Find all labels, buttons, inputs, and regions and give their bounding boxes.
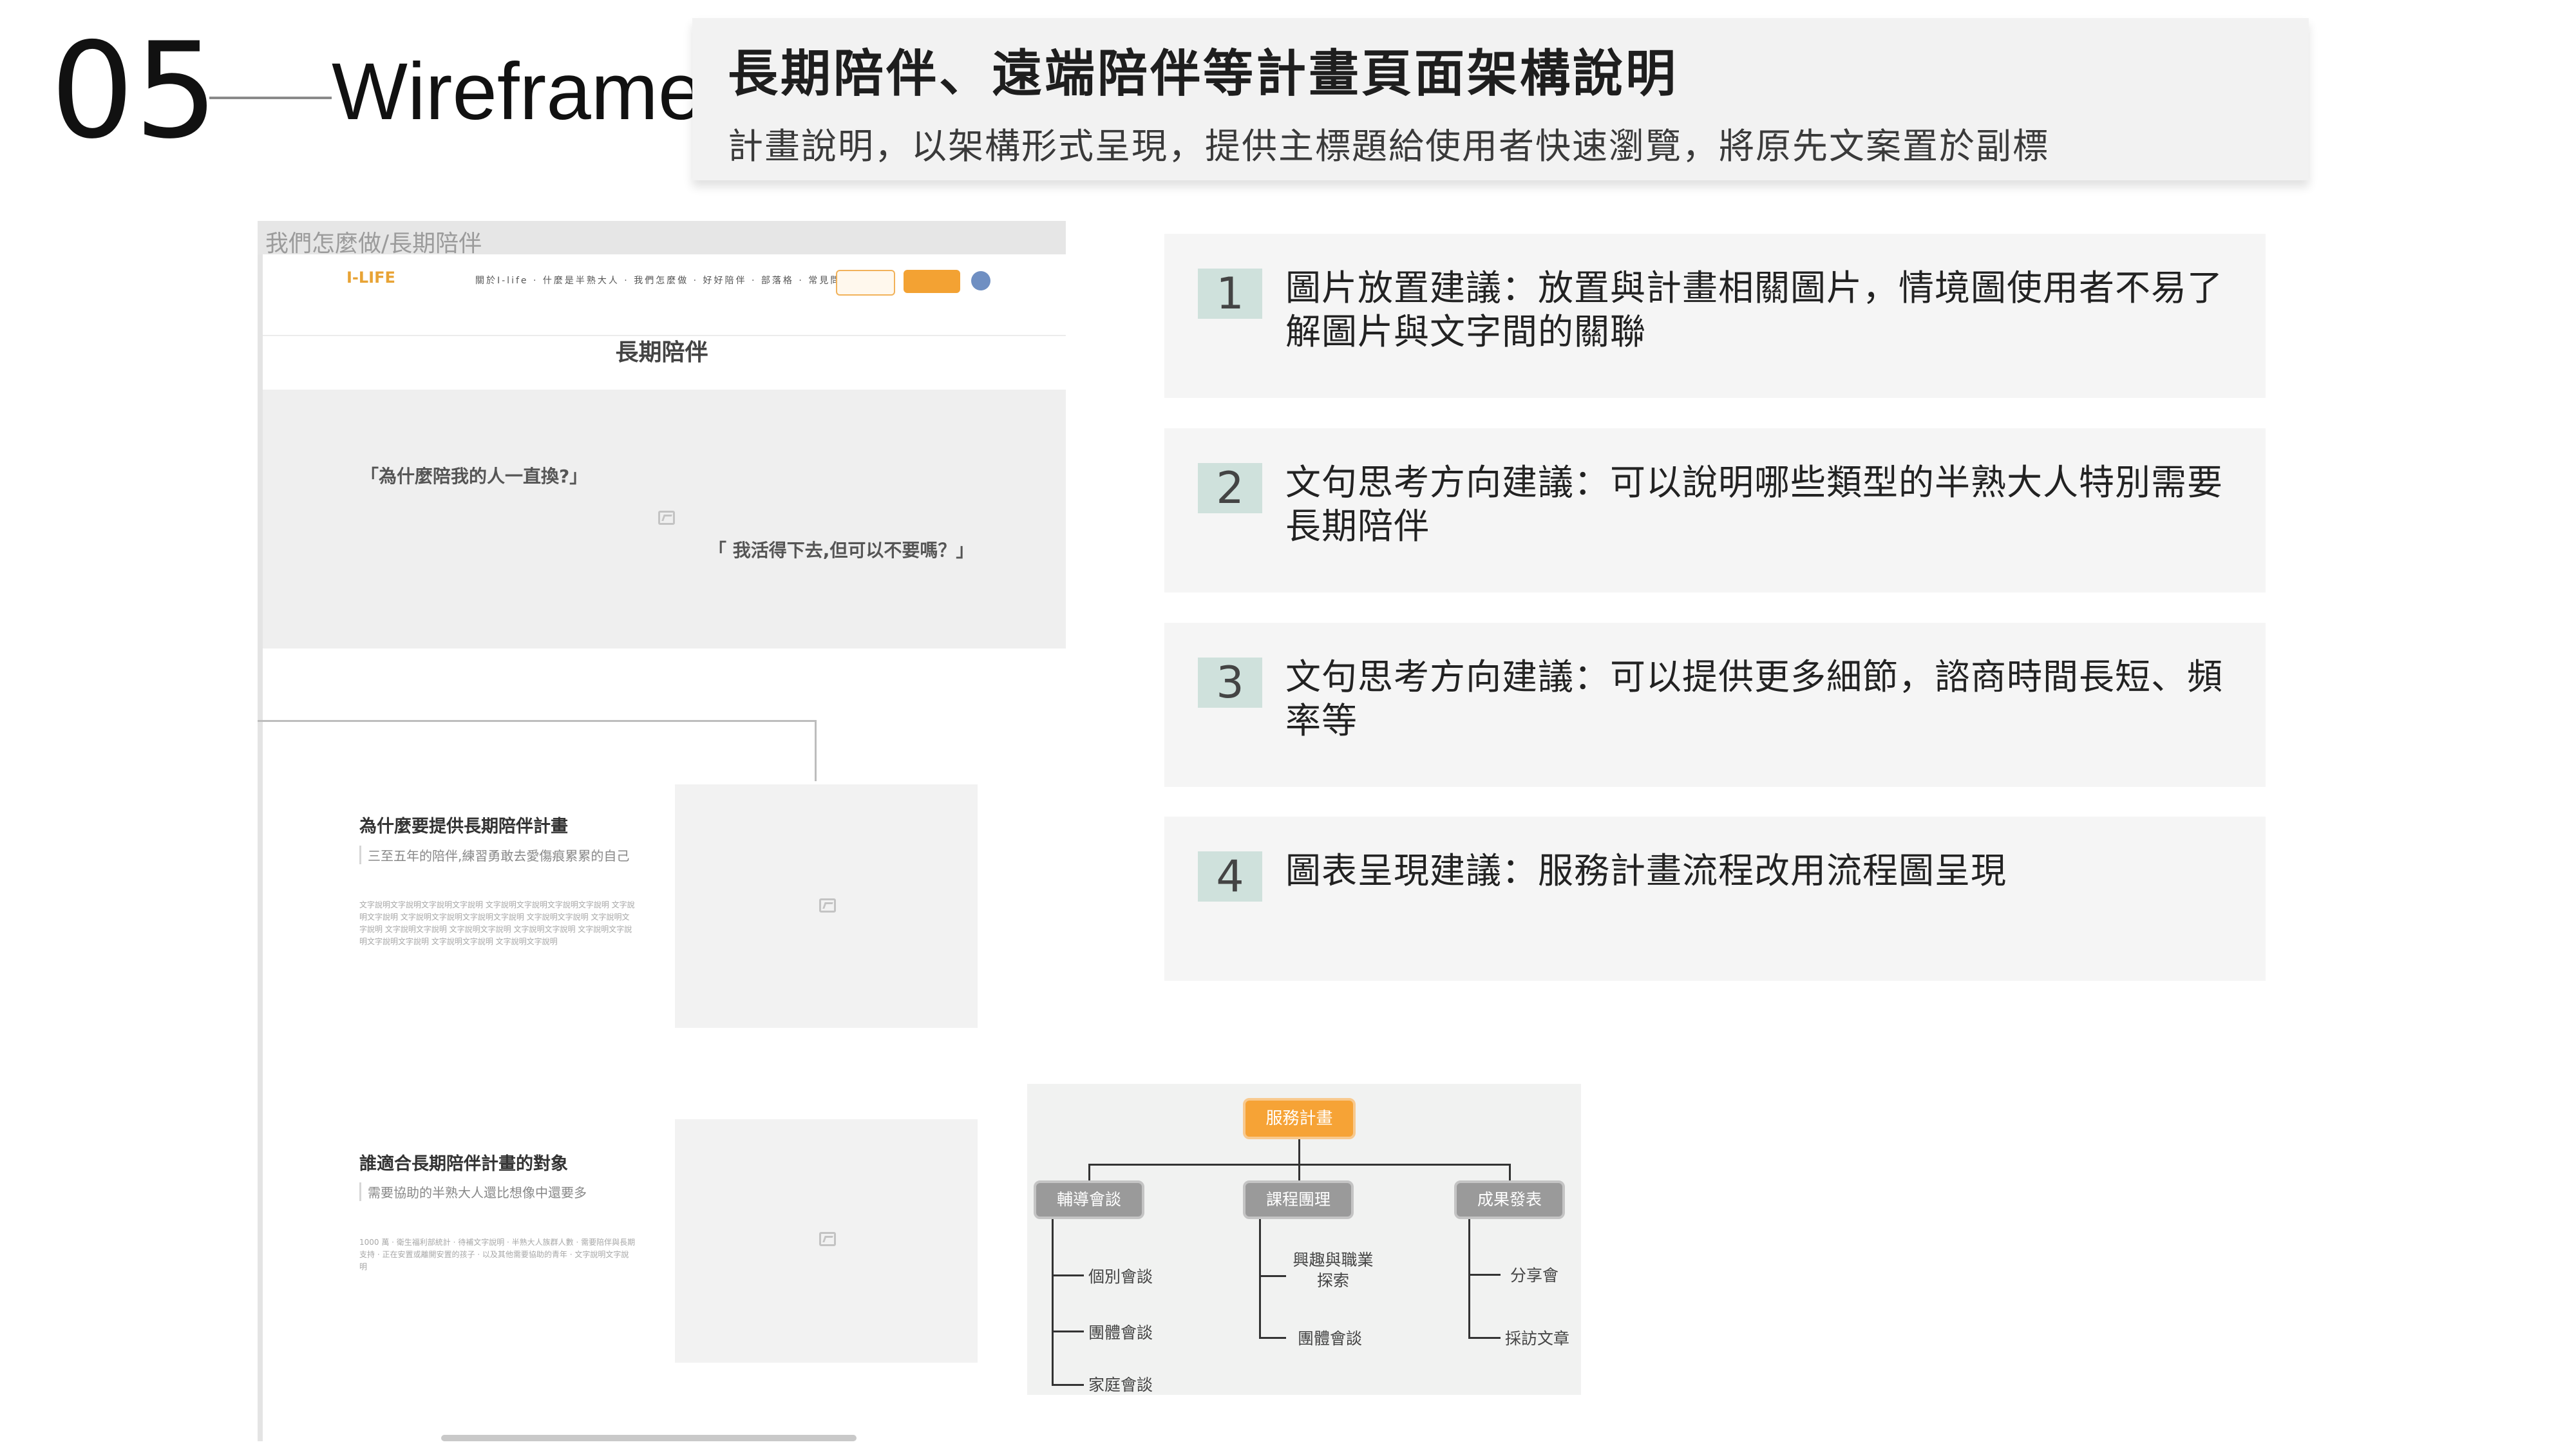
suggestion-text: 圖片放置建議：放置與計畫相關圖片，情境圖使用者不易了解圖片與文字間的關聯 — [1285, 267, 2224, 352]
hero-quote-2: 「 我活得下去,但可以不要嗎？」 — [708, 540, 974, 561]
flowchart-leaf: 分享會 — [1510, 1266, 1559, 1285]
divider-line-vertical — [815, 720, 817, 781]
site-logo[interactable]: I-LIFE — [346, 269, 395, 287]
page-title: 長期陪伴、遠端陪伴等計畫頁面架構說明 — [728, 45, 1679, 103]
section1-body: 文字說明文字說明文字說明文字說明 文字說明文字說明文字說明文字說明 文字說明文字… — [359, 900, 635, 946]
flowchart-leaf: 家庭會談 — [1088, 1376, 1153, 1394]
flowchart-leaf: 團體會談 — [1088, 1323, 1153, 1342]
section2-heading: 誰適合長期陪伴計畫的對象 — [359, 1154, 568, 1174]
suggestion-card: 4 圖表呈現建議：服務計畫流程改用流程圖呈現 — [1164, 817, 2266, 981]
divider-line — [258, 720, 817, 722]
suggestion-card: 2 文句思考方向建議：可以說明哪些類型的半熟大人特別需要長期陪伴 — [1164, 428, 2266, 592]
site-nav: I-LIFE 關於I-life · 什麼是半熟大人 · 我們怎麼做 · 好好陪伴… — [263, 254, 1066, 336]
connector — [1468, 1337, 1501, 1339]
page-subtitle: 計畫說明，以架構形式呈現，提供主標題給使用者快速瀏覽，將原先文案置於副標 — [728, 126, 2050, 167]
section-divider — [209, 97, 332, 99]
flowchart-leaf: 興趣與職業探索 — [1293, 1251, 1374, 1290]
flowchart-node: 課程團理 — [1243, 1180, 1354, 1219]
flowchart-node: 輔導會談 — [1034, 1180, 1144, 1219]
suggestion-card: 3 文句思考方向建議：可以提供更多細節，諮商時間長短、頻率等 — [1164, 623, 2266, 787]
section1-heading: 為什麼要提供長期陪伴計畫 — [359, 817, 568, 837]
scroll-indicator — [441, 1435, 857, 1441]
section2-body: 1000 萬 · 衛生福利部統計 · 待補文字說明 · 半熟大人族群人數 · 需… — [359, 1238, 636, 1271]
hero-quote-1: 「為什麼陪我的人一直換?」 — [361, 466, 588, 487]
connector — [1088, 1164, 1090, 1182]
section2-subheading: 需要協助的半熟大人還比想像中還要多 — [359, 1182, 587, 1201]
connector — [1259, 1219, 1261, 1338]
connector — [1052, 1219, 1054, 1385]
secondary-button[interactable] — [836, 270, 895, 296]
connector — [1259, 1275, 1286, 1277]
left-border — [258, 254, 263, 1441]
flowchart-leaf: 個別會談 — [1088, 1267, 1153, 1286]
suggestion-number: 4 — [1198, 851, 1262, 902]
primary-button[interactable] — [904, 270, 960, 293]
connector — [1298, 1164, 1300, 1182]
connector — [1259, 1337, 1286, 1339]
suggestion-text: 圖表呈現建議：服務計畫流程改用流程圖呈現 — [1285, 850, 2007, 891]
connector — [1509, 1164, 1511, 1182]
suggestion-text: 文句思考方向建議：可以說明哪些類型的半熟大人特別需要長期陪伴 — [1285, 462, 2224, 547]
flowchart-leaf: 採訪文章 — [1505, 1329, 1570, 1348]
image-placeholder-icon — [658, 511, 675, 525]
wireframe-page-title: 長期陪伴 — [615, 339, 708, 366]
suggestion-number: 2 — [1198, 463, 1262, 514]
suggestion-number: 1 — [1198, 269, 1262, 319]
image-placeholder-icon — [819, 1232, 836, 1246]
flowchart-root-node: 服務計畫 — [1243, 1098, 1356, 1139]
connector — [1468, 1274, 1501, 1276]
connector — [1052, 1384, 1084, 1386]
wireframe-screenshot: 我們怎麼做/長期陪伴 I-LIFE 關於I-life · 什麼是半熟大人 · 我… — [258, 221, 1066, 1441]
section-number: 05 — [50, 15, 218, 168]
connector — [1468, 1219, 1470, 1338]
connector — [1298, 1139, 1300, 1165]
suggestion-number: 3 — [1198, 658, 1262, 708]
image-placeholder-icon — [819, 898, 836, 913]
suggestion-text: 文句思考方向建議：可以提供更多細節，諮商時間長短、頻率等 — [1285, 656, 2224, 741]
flowchart-node: 成果發表 — [1454, 1180, 1565, 1219]
connector — [1052, 1331, 1084, 1332]
section1-subheading: 三至五年的陪伴,練習勇敢去愛傷痕累累的自己 — [359, 846, 629, 864]
connector — [1052, 1274, 1084, 1276]
breadcrumb[interactable]: 我們怎麼做/長期陪伴 — [265, 225, 482, 258]
facebook-icon[interactable] — [971, 271, 990, 290]
nav-menu[interactable]: 關於I-life · 什麼是半熟大人 · 我們怎麼做 · 好好陪伴 · 部落格 … — [475, 274, 852, 287]
service-flowchart: 服務計畫 輔導會談 課程團理 成果發表 個別會談 團體會談 家庭會談 興趣與職業… — [1027, 1084, 1581, 1395]
flowchart-leaf: 團體會談 — [1298, 1329, 1363, 1348]
section-title: Wireframe — [332, 47, 703, 137]
suggestion-card: 1 圖片放置建議：放置與計畫相關圖片，情境圖使用者不易了解圖片與文字間的關聯 — [1164, 234, 2266, 398]
